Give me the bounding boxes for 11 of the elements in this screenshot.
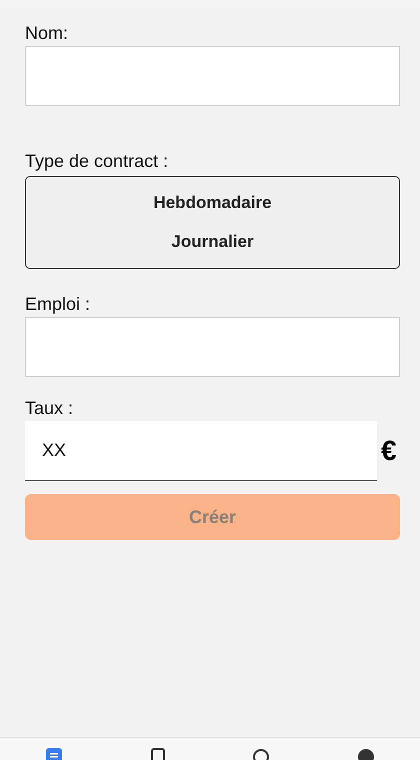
field-label: Nom: (25, 22, 70, 44)
contract-option[interactable]: Journalier (171, 232, 254, 252)
currency-symbol: € (381, 435, 397, 467)
field-label: Taux : (25, 397, 74, 419)
field-label: Type de contract : (25, 150, 170, 172)
name-input[interactable] (25, 46, 400, 106)
rate-input[interactable]: XX (25, 421, 377, 481)
job-input[interactable] (25, 317, 400, 377)
contract-picker[interactable]: Hebdomadaire Journalier (25, 176, 400, 269)
contract-option[interactable]: Hebdomadaire (153, 192, 272, 213)
field-label: Emploi : (25, 293, 92, 315)
